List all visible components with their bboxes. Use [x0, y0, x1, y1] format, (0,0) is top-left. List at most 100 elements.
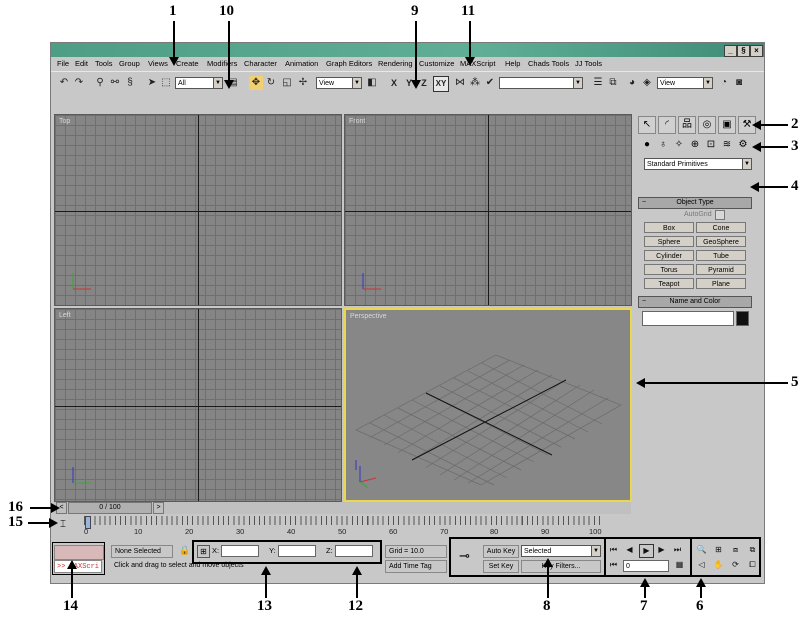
maximize-button[interactable]: § — [737, 45, 750, 57]
axis-tripod-icon — [359, 466, 377, 489]
add-time-tag-button[interactable]: Add Time Tag — [385, 560, 447, 573]
systems-icon[interactable]: ⚙ — [736, 138, 750, 152]
shapes-icon[interactable]: ♁ — [656, 138, 670, 152]
tick-label: 80 — [490, 527, 499, 536]
quick-render-icon[interactable]: ◔ — [717, 76, 731, 90]
named-selection-dropdown[interactable]: ▼ — [499, 77, 583, 89]
cone-button[interactable]: Cone — [696, 222, 746, 233]
selection-filter-dropdown[interactable]: All ▼ — [175, 77, 223, 89]
torus-button[interactable]: Torus — [644, 264, 694, 275]
viewport-front[interactable]: Front — [344, 114, 632, 306]
name-color-rollout[interactable]: − Name and Color — [638, 296, 752, 308]
select-move-icon[interactable]: ✥ — [249, 76, 263, 90]
viewport-perspective[interactable]: Perspective — [344, 308, 632, 502]
callout-5: 5 — [791, 374, 799, 390]
bind-spacewarp-icon[interactable]: § — [123, 76, 137, 90]
menu-customize[interactable]: Customize — [419, 59, 454, 68]
render-last-icon[interactable]: ◙ — [732, 76, 746, 90]
motion-tab-icon[interactable]: ◎ — [698, 116, 716, 134]
geosphere-button[interactable]: GeoSphere — [696, 236, 746, 247]
tick-label: 70 — [440, 527, 449, 536]
minimize-button[interactable]: _ — [724, 45, 737, 57]
callout-arrowhead — [411, 80, 421, 89]
viewport-label-top[interactable]: Top — [59, 118, 70, 125]
modify-tab-icon[interactable]: ◜ — [658, 116, 676, 134]
schematic-view-icon[interactable]: ⧉ — [606, 76, 620, 90]
select-region-icon[interactable]: ⬚ — [159, 76, 173, 90]
menu-jj-tools[interactable]: JJ Tools — [575, 59, 602, 68]
track-bar[interactable]: ⌶ 0 10 20 30 40 50 60 70 80 90 100 — [54, 516, 631, 538]
scale-icon[interactable]: ◱ — [280, 76, 294, 90]
primitive-category-dropdown[interactable]: Standard Primitives ▼ — [644, 158, 752, 170]
close-button[interactable]: × — [750, 45, 763, 57]
create-tab-icon[interactable]: ↖ — [638, 116, 656, 134]
spacewarps-icon[interactable]: ≋ — [720, 138, 734, 152]
menu-chads-tools[interactable]: Chads Tools — [528, 59, 569, 68]
material-editor-icon[interactable]: ◕ — [625, 76, 639, 90]
object-type-rollout[interactable]: − Object Type — [638, 197, 752, 209]
geometry-icon[interactable]: ● — [640, 138, 654, 152]
unlink-icon[interactable]: ⚯ — [108, 76, 122, 90]
teapot-button[interactable]: Teapot — [644, 278, 694, 289]
viewport-top[interactable]: Top — [54, 114, 342, 306]
box-button[interactable]: Box — [644, 222, 694, 233]
hierarchy-tab-icon[interactable]: 品 — [678, 116, 696, 134]
time-next-button[interactable]: > — [153, 502, 164, 514]
display-tab-icon[interactable]: ▣ — [718, 116, 736, 134]
menu-tools[interactable]: Tools — [95, 59, 113, 68]
reference-coordinate-dropdown[interactable]: View ▼ — [316, 77, 362, 89]
render-scene-icon[interactable]: ◈ — [640, 76, 654, 90]
render-type-dropdown[interactable]: View ▼ — [657, 77, 713, 89]
menu-character[interactable]: Character — [244, 59, 277, 68]
viewport-label-front[interactable]: Front — [349, 118, 365, 125]
main-toolbar: ↶ ↷ ⚲ ⚯ § ➤ ⬚ All ▼ ▤ ✥ ↻ ◱ ✢ View ▼ ◧ X… — [51, 71, 764, 95]
axis-xy-button[interactable]: XY — [433, 76, 449, 92]
callout-9: 9 — [411, 3, 419, 19]
curve-editor-icon[interactable]: ☰ — [591, 76, 605, 90]
redo-icon[interactable]: ↷ — [72, 76, 86, 90]
mini-curve-editor-icon[interactable]: ⌶ — [60, 519, 66, 530]
lock-icon[interactable]: 🔒 — [179, 545, 190, 556]
menu-animation[interactable]: Animation — [285, 59, 318, 68]
menu-rendering[interactable]: Rendering — [378, 59, 413, 68]
tube-button[interactable]: Tube — [696, 250, 746, 261]
chevron-down-icon: ▼ — [573, 78, 582, 88]
time-slider-thumb[interactable]: 0 / 100 — [68, 502, 152, 514]
rotate-icon[interactable]: ↻ — [264, 76, 278, 90]
callout-arrowhead — [640, 578, 650, 587]
menu-edit[interactable]: Edit — [75, 59, 88, 68]
menu-group[interactable]: Group — [119, 59, 140, 68]
cylinder-button[interactable]: Cylinder — [644, 250, 694, 261]
autogrid-checkbox[interactable] — [715, 210, 725, 220]
align-icon[interactable]: ✔ — [483, 76, 497, 90]
menu-views[interactable]: Views — [148, 59, 168, 68]
axis-x-button[interactable]: X — [387, 76, 401, 90]
mirror-icon[interactable]: ⋈ — [453, 76, 467, 90]
plane-button[interactable]: Plane — [696, 278, 746, 289]
menu-help[interactable]: Help — [505, 59, 520, 68]
viewport-label-left[interactable]: Left — [59, 312, 71, 319]
pivot-center-icon[interactable]: ◧ — [365, 76, 379, 90]
grid-axis-vertical — [198, 309, 199, 501]
viewport-left[interactable]: Left — [54, 308, 342, 502]
menu-create[interactable]: Create — [176, 59, 199, 68]
link-icon[interactable]: ⚲ — [93, 76, 107, 90]
helpers-icon[interactable]: ⊡ — [704, 138, 718, 152]
manipulate-icon[interactable]: ✢ — [296, 76, 310, 90]
time-slider[interactable]: < 0 / 100 > — [54, 502, 631, 514]
menu-modifiers[interactable]: Modifiers — [207, 59, 237, 68]
object-name-input[interactable] — [642, 311, 734, 326]
grid-size-display: Grid = 10.0 — [385, 545, 447, 558]
tick-label: 0 — [84, 527, 89, 536]
object-color-swatch[interactable] — [736, 311, 749, 326]
sphere-button[interactable]: Sphere — [644, 236, 694, 247]
cameras-icon[interactable]: ⊕ — [688, 138, 702, 152]
select-arrow-icon[interactable]: ➤ — [145, 76, 159, 90]
array-icon[interactable]: ⁂ — [468, 76, 482, 90]
menu-file[interactable]: File — [57, 59, 69, 68]
undo-icon[interactable]: ↶ — [57, 76, 71, 90]
callout-arrow — [28, 522, 50, 524]
lights-icon[interactable]: ✧ — [672, 138, 686, 152]
menu-graph-editors[interactable]: Graph Editors — [326, 59, 372, 68]
pyramid-button[interactable]: Pyramid — [696, 264, 746, 275]
